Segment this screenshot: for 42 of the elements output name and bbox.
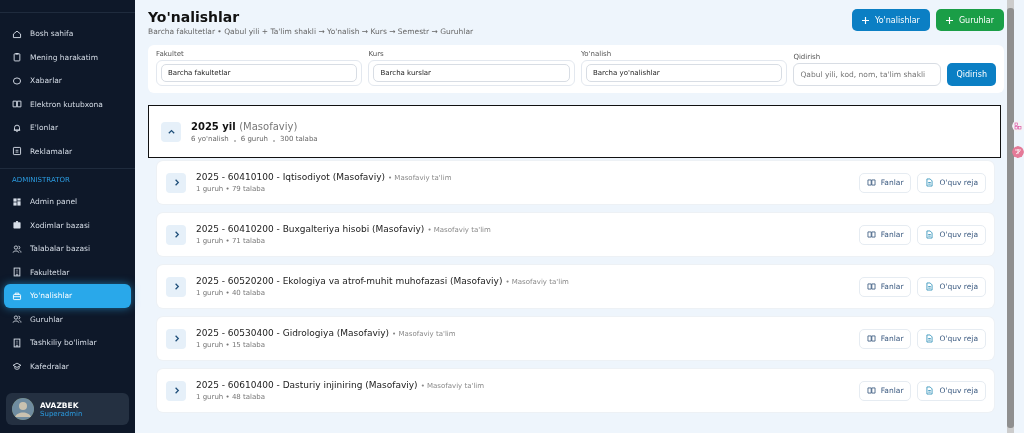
group-title: 2025 yil (Masofaviy) <box>191 120 299 132</box>
document-icon <box>925 282 935 291</box>
chat-icon <box>12 75 22 86</box>
expand-button[interactable] <box>166 224 186 245</box>
bell-icon <box>12 122 22 133</box>
add-button[interactable]: Yo'nalishlar <box>851 9 930 31</box>
page-title: Yo'nalishlar <box>148 9 241 25</box>
program-title: 2025 - 60520200 - Ekologiya va atrof-muhit muhofazasi (Masofaviy) <box>196 276 503 286</box>
expand-button[interactable] <box>166 276 186 297</box>
document-icon <box>925 386 935 395</box>
users-icon <box>12 243 22 254</box>
plus-icon <box>945 16 953 24</box>
collapse-button[interactable] <box>161 121 181 142</box>
avatar-icon <box>12 398 34 420</box>
program-title: 2025 - 60410200 - Buxgalteriya hisobi (Masofaviy) <box>196 224 425 234</box>
home-icon <box>12 28 22 39</box>
cap-icon <box>12 361 22 372</box>
document-icon <box>925 334 935 343</box>
book-icon <box>866 386 876 395</box>
program-title: 2025 - 60410100 - Iqtisodiyot (Masofaviy) <box>196 172 385 182</box>
book-icon <box>866 334 876 343</box>
expand-button[interactable] <box>166 328 186 349</box>
grid-icon <box>12 196 22 207</box>
book-icon <box>866 178 876 187</box>
bag-icon <box>12 290 22 301</box>
book-icon <box>866 282 876 291</box>
book-icon <box>866 230 876 239</box>
document-icon <box>925 230 935 239</box>
expand-button[interactable] <box>166 172 186 193</box>
board-icon <box>12 146 22 157</box>
program-title: 2025 - 60610400 - Dasturiy injiniring (Masofaviy) <box>196 380 418 390</box>
document-icon <box>925 178 935 187</box>
building-icon <box>12 337 22 348</box>
users-icon <box>12 314 22 325</box>
scrollbar[interactable] <box>1007 8 1014 428</box>
book-icon <box>12 99 22 110</box>
search-button[interactable]: Qidirish <box>947 63 996 86</box>
program-title: 2025 - 60530400 - Gidrologiya (Masofaviy) <box>196 328 390 338</box>
building-icon <box>12 267 22 278</box>
expand-button[interactable] <box>166 380 186 401</box>
chevron-icon <box>166 127 176 136</box>
plus-icon <box>861 16 869 24</box>
